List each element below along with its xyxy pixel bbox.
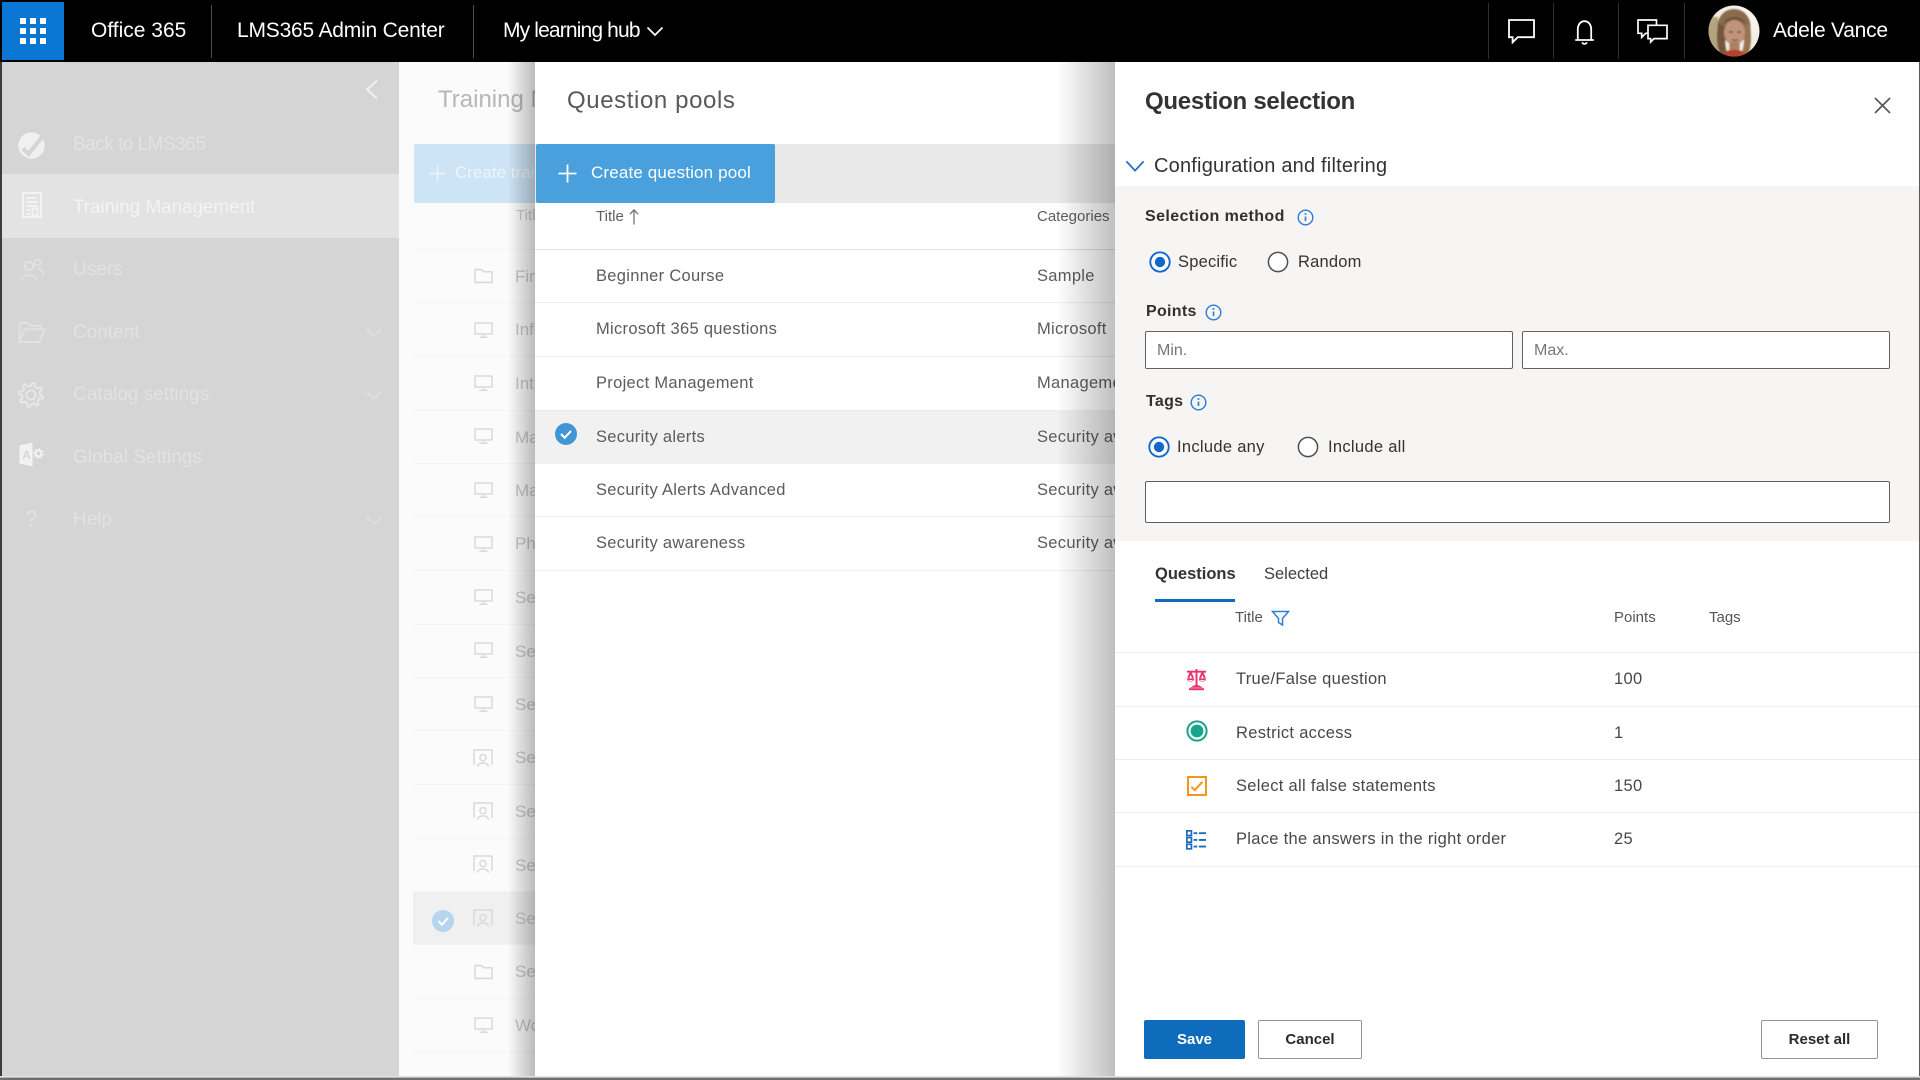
svg-text:A: A <box>22 448 31 462</box>
